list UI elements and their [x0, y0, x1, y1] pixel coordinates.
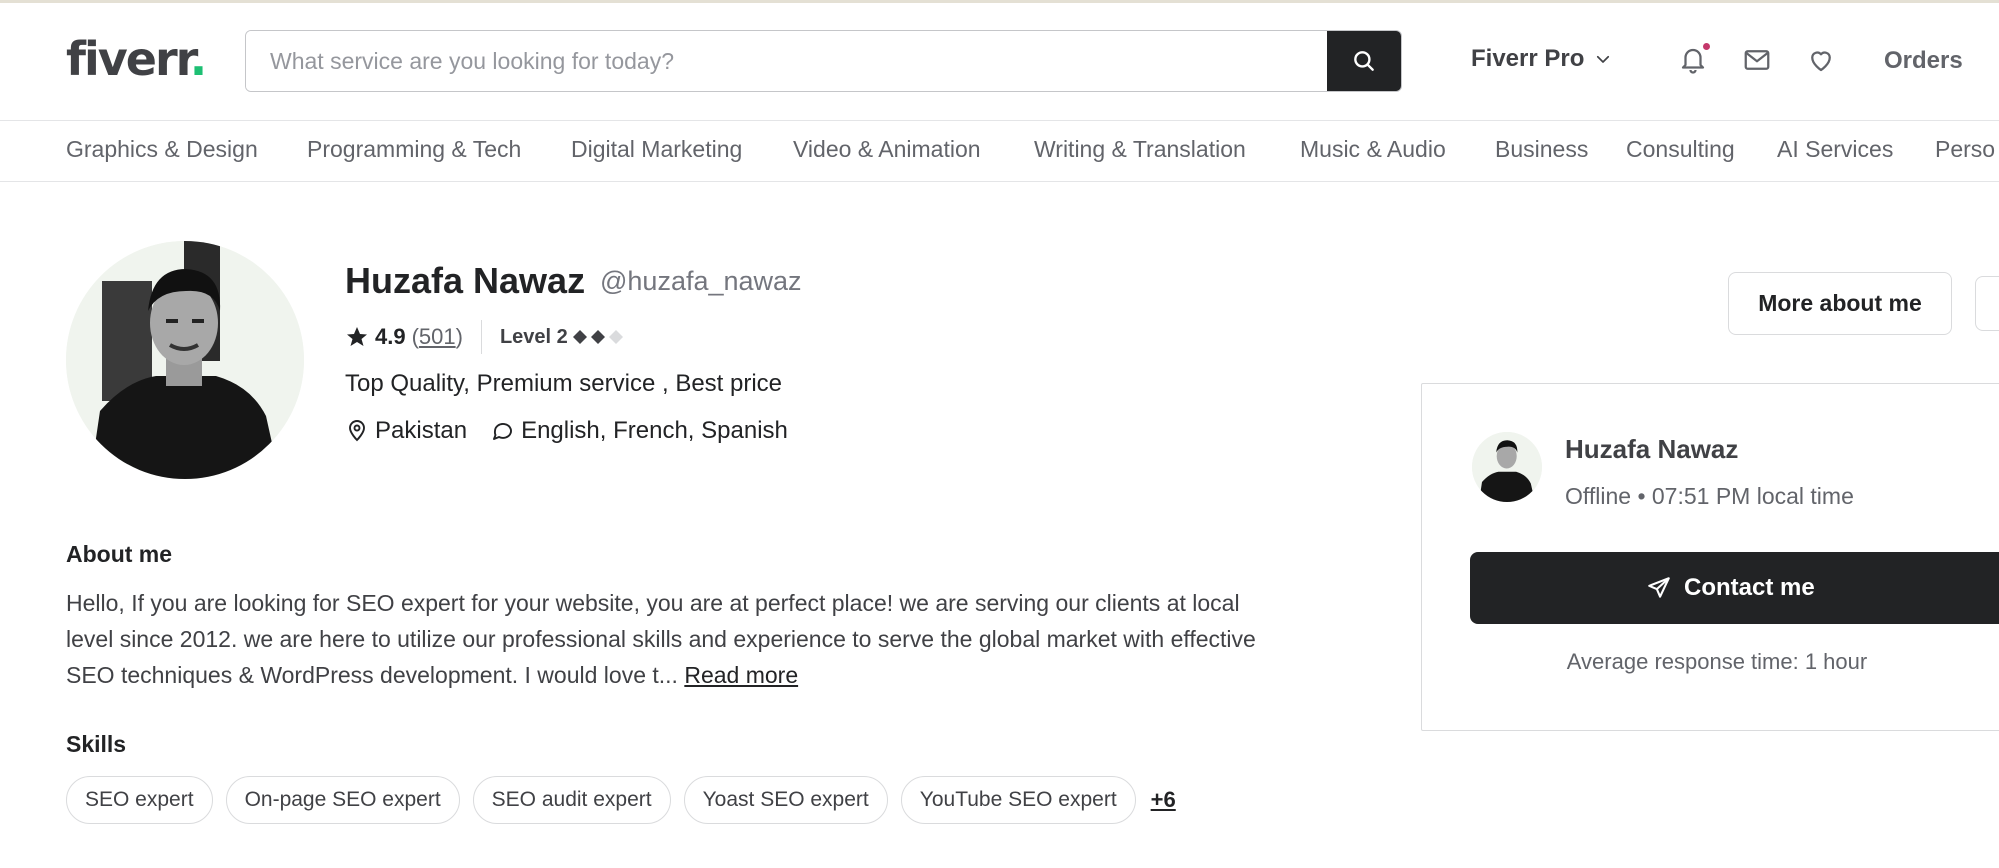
- languages: English, French, Spanish: [491, 417, 788, 445]
- skill-chip[interactable]: SEO expert: [66, 776, 213, 824]
- category-consulting[interactable]: Consulting: [1626, 136, 1735, 163]
- seller-level: Level 2: [500, 326, 626, 349]
- reviews-link[interactable]: 501: [419, 324, 456, 349]
- about-title: About me: [66, 541, 173, 567]
- chat-bubble-icon: [493, 423, 512, 440]
- about-body: Hello, If you are looking for SEO expert…: [66, 590, 1256, 688]
- bell-icon: [1681, 48, 1705, 74]
- category-video-animation[interactable]: Video & Animation: [793, 136, 981, 163]
- orders-link[interactable]: Orders: [1884, 47, 1963, 75]
- contact-photo: [1472, 432, 1542, 502]
- logo-dot: .: [189, 32, 208, 86]
- more-skills-link[interactable]: +6: [1151, 787, 1176, 813]
- search-bar: [245, 30, 1402, 92]
- contact-me-label: Contact me: [1684, 574, 1815, 601]
- favorites-button[interactable]: [1804, 43, 1838, 77]
- share-button[interactable]: [1975, 276, 1999, 331]
- rating-count: (501): [412, 324, 463, 350]
- seller-level-label: Level 2: [499, 325, 568, 348]
- response-time: Average response time: 1 hour: [1566, 649, 1868, 674]
- paren-close: ): [455, 324, 463, 349]
- category-graphics-design[interactable]: Graphics & Design: [66, 136, 258, 163]
- header: fiverr. Fiverr Pro Orders: [0, 3, 1999, 121]
- profile-photo: [66, 241, 304, 479]
- logo-text: fiverr: [66, 32, 192, 86]
- contact-status: Offline • 07:51 PM local time: [1565, 483, 1854, 509]
- contact-avatar: [1472, 432, 1542, 502]
- fiverr-logo[interactable]: fiverr.: [66, 32, 208, 86]
- heart-icon: [1811, 51, 1831, 72]
- about-text: Hello, If you are looking for SEO expert…: [66, 585, 1266, 693]
- category-ai-services[interactable]: AI Services: [1777, 136, 1893, 163]
- category-nav: Graphics & Design Programming & Tech Dig…: [0, 122, 1999, 182]
- skills-list: SEO expert On-page SEO expert SEO audit …: [66, 776, 1176, 824]
- category-writing-translation[interactable]: Writing & Translation: [1034, 136, 1246, 163]
- category-digital-marketing[interactable]: Digital Marketing: [571, 136, 742, 163]
- category-programming-tech[interactable]: Programming & Tech: [307, 136, 521, 163]
- search-icon: [1354, 51, 1374, 71]
- profile-handle: @huzafa_nawaz: [600, 266, 802, 296]
- skill-chip[interactable]: YouTube SEO expert: [900, 776, 1136, 824]
- contact-me-button[interactable]: Contact me: [1470, 552, 1999, 624]
- divider: [480, 320, 482, 354]
- location-pin-icon: [349, 420, 365, 442]
- notifications-button[interactable]: [1676, 43, 1710, 77]
- search-input[interactable]: [246, 31, 1328, 91]
- avatar: [66, 241, 304, 479]
- contact-name: Huzafa Nawaz: [1565, 434, 1739, 464]
- level-diamonds-icon: [572, 330, 623, 344]
- skill-chip[interactable]: On-page SEO expert: [225, 776, 460, 824]
- category-personal[interactable]: Perso: [1935, 136, 1995, 163]
- more-about-me-button[interactable]: More about me: [1728, 272, 1952, 335]
- location: Pakistan: [345, 417, 467, 445]
- fiverr-pro-label: Fiverr Pro: [1471, 45, 1585, 72]
- profile-tagline: Top Quality, Premium service , Best pric…: [345, 370, 783, 397]
- fiverr-pro-menu[interactable]: Fiverr Pro: [1471, 45, 1612, 73]
- search-button[interactable]: [1327, 31, 1401, 91]
- languages-text: English, French, Spanish: [521, 417, 788, 444]
- rating-row: 4.9 (501) Level 2: [345, 320, 626, 354]
- star-icon: [347, 327, 367, 346]
- skills-title: Skills: [66, 731, 127, 757]
- profile-meta: Pakistan English, French, Spanish: [345, 417, 812, 445]
- notification-dot: [1703, 43, 1710, 50]
- chevron-down-icon: [1597, 55, 1610, 63]
- messages-button[interactable]: [1740, 43, 1774, 77]
- paren-open: (: [411, 324, 419, 349]
- contact-card: Huzafa Nawaz Offline • 07:51 PM local ti…: [1421, 383, 1999, 731]
- skill-chip[interactable]: SEO audit expert: [472, 776, 671, 824]
- mail-icon: [1744, 50, 1770, 70]
- skill-chip[interactable]: Yoast SEO expert: [683, 776, 888, 824]
- category-music-audio[interactable]: Music & Audio: [1300, 136, 1446, 163]
- category-business[interactable]: Business: [1495, 136, 1588, 163]
- location-text: Pakistan: [375, 417, 468, 444]
- read-more-link[interactable]: Read more: [684, 662, 798, 688]
- send-icon: [1648, 577, 1670, 598]
- rating-value: 4.9: [375, 324, 406, 349]
- profile-name: Huzafa Nawaz: [345, 260, 586, 301]
